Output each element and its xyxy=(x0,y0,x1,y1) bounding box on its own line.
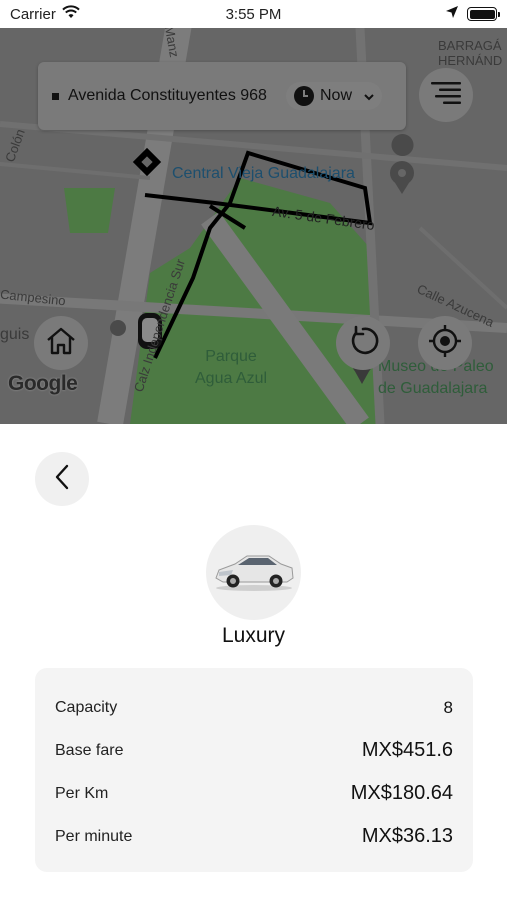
detail-value: MX$180.64 xyxy=(350,782,453,804)
detail-label: Per Km xyxy=(55,784,109,802)
detail-label: Capacity xyxy=(55,698,118,716)
menu-icon xyxy=(431,81,461,109)
time-select[interactable]: Now xyxy=(286,82,383,110)
status-left: Carrier xyxy=(10,5,80,23)
origin-address[interactable]: Avenida Constituyentes 968 xyxy=(68,87,280,105)
detail-value: MX$451.6 xyxy=(361,739,453,761)
status-right xyxy=(445,5,500,23)
back-button[interactable] xyxy=(35,452,89,506)
detail-row-base-fare: Base fare MX$451.6 xyxy=(55,729,453,772)
map-label-barraga: BARRAGÁ HERNÁND xyxy=(438,38,503,68)
status-time: 3:55 PM xyxy=(225,5,282,23)
refresh-button[interactable] xyxy=(336,316,390,370)
clock-icon xyxy=(294,86,314,106)
chevron-left-icon xyxy=(55,464,69,495)
home-icon xyxy=(46,327,76,360)
carrier-label: Carrier xyxy=(10,5,56,23)
vehicle-image xyxy=(206,525,301,620)
detail-row-capacity: Capacity 8 xyxy=(55,686,453,729)
location-arrow-icon xyxy=(445,5,459,23)
map-label-central: Central Vieja Guadalajara xyxy=(172,165,355,182)
home-button[interactable] xyxy=(34,316,88,370)
vehicle-detail-sheet: Luxury Capacity 8 Base fare MX$451.6 Per… xyxy=(0,424,507,900)
status-bar: Carrier 3:55 PM xyxy=(0,0,507,28)
origin-dot-icon xyxy=(52,92,59,100)
map-view[interactable]: Central Vieja Guadalajara Av. 5 de Febre… xyxy=(0,28,507,424)
detail-row-per-km: Per Km MX$180.64 xyxy=(55,772,453,815)
chevron-down-icon xyxy=(364,89,374,104)
detail-label: Base fare xyxy=(55,741,124,759)
car-icon xyxy=(213,548,295,597)
vehicle-name: Luxury xyxy=(221,624,286,647)
menu-button[interactable] xyxy=(419,68,473,122)
detail-value: MX$36.13 xyxy=(361,825,453,847)
battery-icon xyxy=(467,7,500,21)
crosshair-icon xyxy=(428,324,462,363)
time-select-label: Now xyxy=(320,87,353,104)
fare-details-card: Capacity 8 Base fare MX$451.6 Per Km MX$… xyxy=(35,668,473,872)
map-label-parque: Parque Agua Azul xyxy=(195,348,268,387)
detail-row-per-minute: Per minute MX$36.13 xyxy=(55,815,453,858)
search-bar[interactable]: Avenida Constituyentes 968 Now xyxy=(38,62,406,130)
wifi-icon xyxy=(62,5,80,23)
detail-value: 8 xyxy=(443,697,453,717)
google-logo: Google xyxy=(8,372,78,395)
map-label-guis: guis xyxy=(0,326,30,343)
detail-label: Per minute xyxy=(55,827,133,845)
locate-button[interactable] xyxy=(418,316,472,370)
refresh-icon xyxy=(347,325,379,362)
